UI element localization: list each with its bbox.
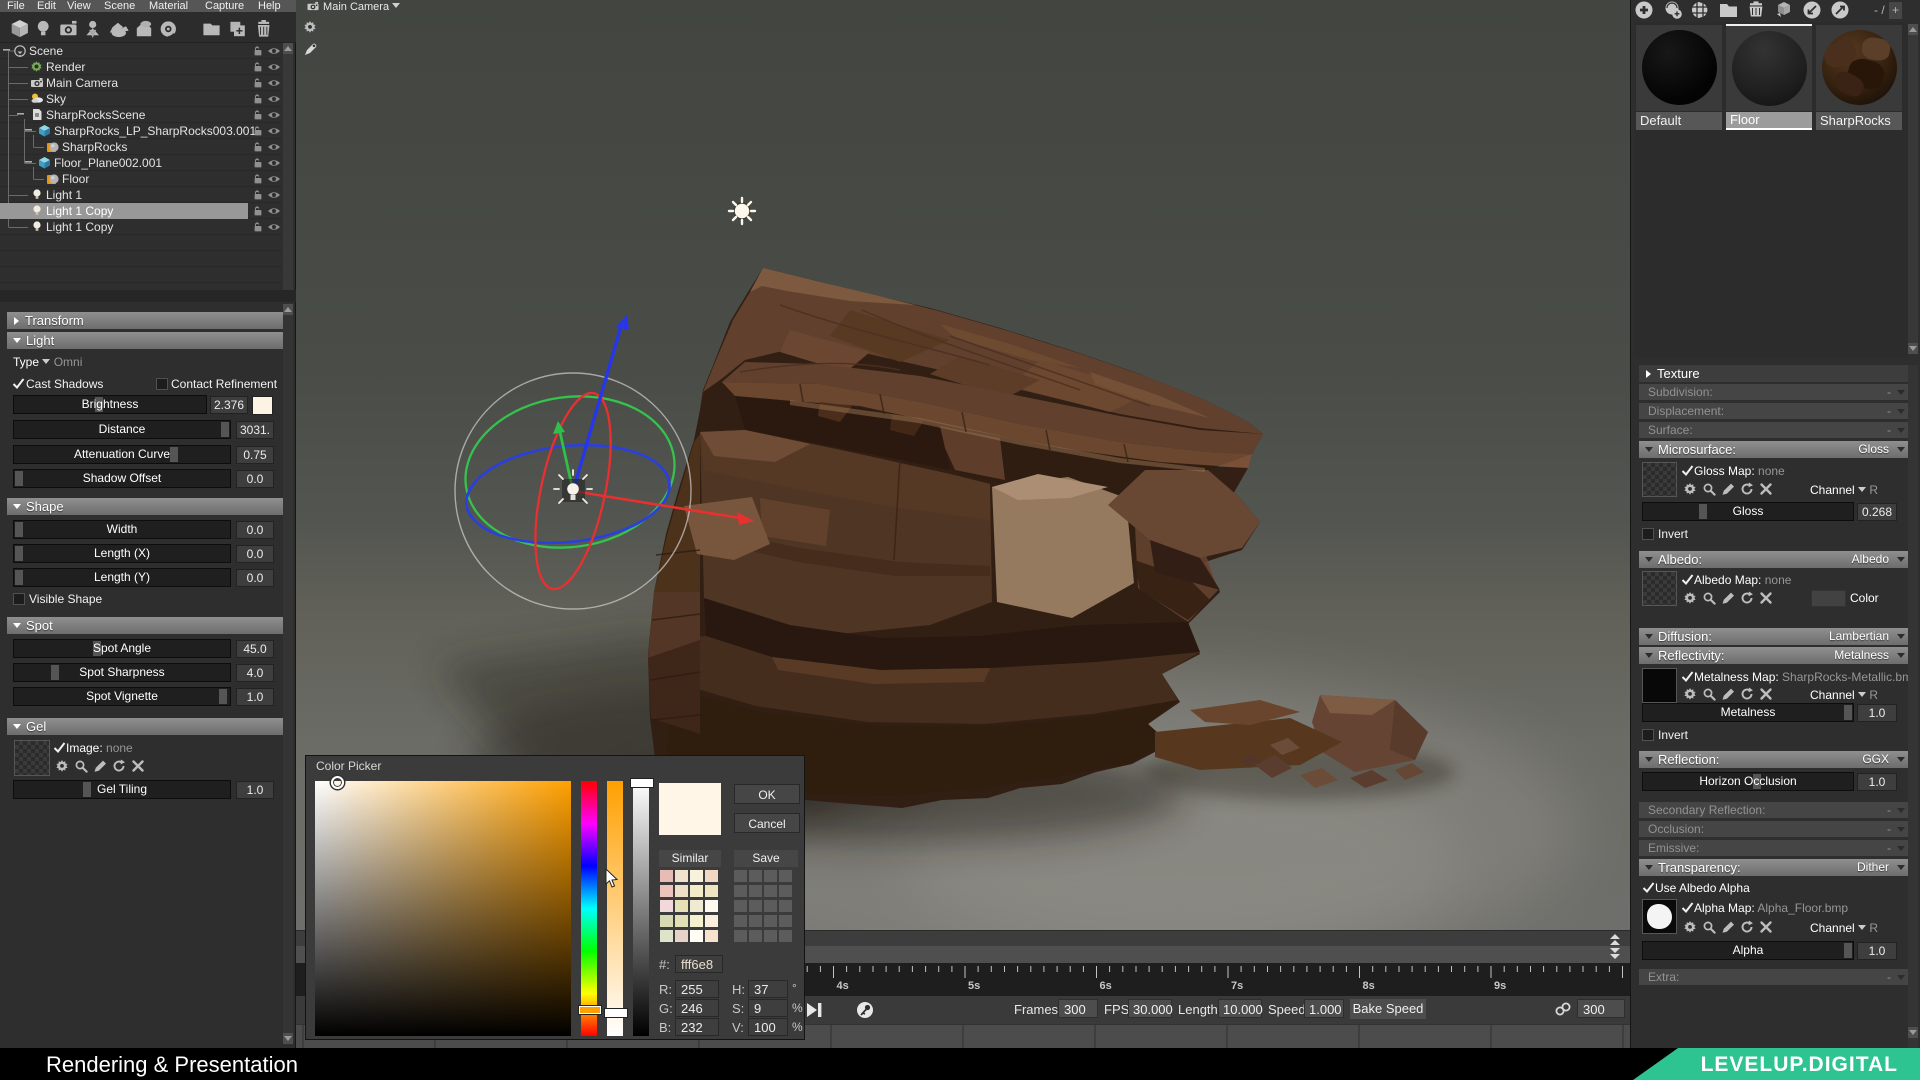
- svg-text:7s: 7s: [1231, 980, 1243, 992]
- svg-text:+: +: [1892, 3, 1899, 17]
- svg-text:8s: 8s: [1363, 980, 1375, 992]
- svg-text:LEVELUP.DIGITAL: LEVELUP.DIGITAL: [1701, 1053, 1898, 1076]
- svg-text:- /: - /: [1874, 3, 1885, 17]
- svg-text:6s: 6s: [1100, 980, 1112, 992]
- svg-text:4s: 4s: [837, 980, 849, 992]
- svg-text:5s: 5s: [968, 980, 980, 992]
- svg-text:9s: 9s: [1494, 980, 1506, 992]
